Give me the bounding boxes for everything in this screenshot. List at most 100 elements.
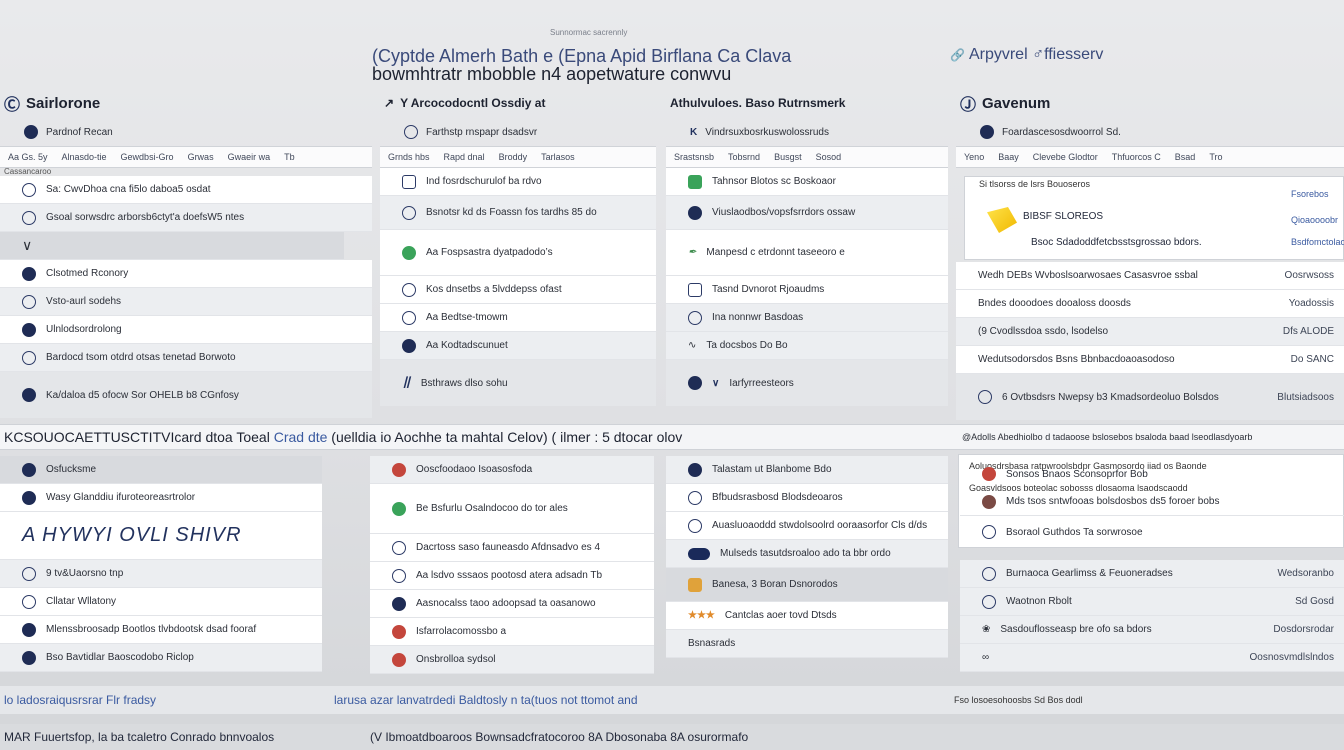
list-item[interactable]: Dacrtoss saso fauneasdo Afdnsadvo es 4 — [370, 534, 654, 562]
globe-icon — [688, 462, 702, 477]
list-item[interactable]: Auasluoaoddd stwdolsoolrd ooraasorfor Cl… — [666, 512, 948, 540]
list-item[interactable]: Mds tsos sntwfooas bolsdosbos ds5 foroer… — [960, 488, 1344, 516]
list-item[interactable]: Aa Bedtse-tmowm — [380, 304, 656, 332]
tab[interactable]: Clevebe Glodtor — [1033, 152, 1098, 162]
footer-mid-text[interactable]: larusa azar lanvatrdedi Baldtosly n ta(t… — [334, 693, 954, 707]
list-item[interactable]: Ind fosrdschurulof ba rdvo — [380, 168, 656, 196]
list-item[interactable]: Burnaoca Gearlimss & Feuoneradses Wedsora… — [960, 560, 1344, 588]
tab[interactable]: Grnds hbs — [388, 152, 430, 162]
list-item[interactable]: Isfarrolacomossbo a — [370, 618, 654, 646]
highlight-card[interactable]: Si tlsorss de lsrs Bouoseros BIBSF SLORE… — [964, 176, 1344, 260]
tab[interactable]: Tro — [1209, 152, 1222, 162]
list-item[interactable]: Aa lsdvo sssaos pootosd atera adsadn Tb — [370, 562, 654, 590]
list-item[interactable]: Be Bsfurlu Osalndocoo do tor ales — [370, 484, 654, 534]
list-item[interactable]: 9 tv&Uaorsno tnp — [0, 560, 322, 588]
tab[interactable]: Busgst — [774, 152, 802, 162]
shield-icon — [980, 125, 994, 139]
list-item[interactable]: Sonsos Bnaos Sconsoprfor Bob — [960, 460, 1344, 488]
list-item[interactable]: Sa: CwvDhoa cna fi5lo daboa5 osdat — [0, 176, 372, 204]
summary-row[interactable]: 6 Ovtbsdsrs Nwepsy b3 Kmadsordeoluo Bols… — [956, 374, 1344, 420]
list-item[interactable]: Onsbrolloa sydsol — [370, 646, 654, 674]
column-1-subheader[interactable]: Pardnof Recan — [0, 118, 372, 146]
list-item[interactable]: Ina nonnwr Basdoas — [666, 304, 948, 332]
header-tiny-text: Sunnormac sacrennly — [550, 28, 628, 37]
list-item[interactable]: Mlenssbroosadp Bootlos tlvbdootsk dsad f… — [0, 616, 322, 644]
list-item[interactable]: Talastam ut Blanbome Bdo — [666, 456, 948, 484]
tab[interactable]: Yeno — [964, 152, 984, 162]
column-3-subheader[interactable]: K Vindrsuxbosrkuswolossruds — [666, 118, 948, 146]
tab[interactable]: Tobsrnd — [728, 152, 760, 162]
tab[interactable]: Srastsnsb — [674, 152, 714, 162]
tab[interactable]: Tarlasos — [541, 152, 575, 162]
band-link[interactable]: Crad dte — [274, 429, 328, 445]
waveform-icon: ∿ — [688, 340, 697, 351]
list-item[interactable]: ∨ — [0, 232, 344, 260]
list-item[interactable]: Mulseds tasutdsroaloo ado ta bbr ordo — [666, 540, 948, 568]
list-item[interactable]: Bsoraol Guthdos Ta sorwrosoe — [960, 516, 1344, 548]
table-row[interactable]: Bndes dooodoes dooaloss doosds Yoadossis — [956, 290, 1344, 318]
list-item[interactable]: ∞ Oosnosvmdlslndos — [960, 644, 1344, 672]
list-item[interactable]: Waotnon Rbolt Sd Gosd — [960, 588, 1344, 616]
table-row[interactable]: (9 Cvodlssdoa ssdo, lsodelso Dfs ALODE — [956, 318, 1344, 346]
list-item[interactable]: Bfbudsrasbosd Blodsdeoaros — [666, 484, 948, 512]
list-item[interactable]: Bso Bavtidlar Baoscodobo Riclop — [0, 644, 322, 672]
list-item[interactable]: Bsnasrads — [666, 630, 948, 658]
list-item[interactable]: ★★★ Cantclas aoer tovd Dtsds — [666, 602, 948, 630]
list-item[interactable]: Cllatar Wllatony — [0, 588, 322, 616]
list-item[interactable]: Banesa, 3 Boran Dsnorodos — [666, 568, 948, 602]
list-item[interactable]: Viuslaodbos/vopsfsrrdors ossaw — [666, 196, 948, 230]
lock-icon — [688, 577, 702, 592]
list-item[interactable]: ∿ Ta docsbos Do Bo — [666, 332, 948, 360]
list-item[interactable]: Ooscfoodaoo Isoasosfoda — [370, 456, 654, 484]
table-row[interactable]: Wedh DEBs Wvboslsoarwosaes Casasvroe ssb… — [956, 262, 1344, 290]
list-item[interactable]: Aasnocalss taoo adoopsad ta oasanowo — [370, 590, 654, 618]
list-item[interactable]: Osfucksme — [0, 456, 322, 484]
list-item[interactable]: ✒ Manpesd c etrdonnt taseeoro e — [666, 230, 948, 276]
list-item[interactable]: Bardocd tsom otdrd otsas tenetad Borwoto — [0, 344, 372, 372]
tab[interactable]: Gewdbsi-Gro — [121, 152, 174, 162]
record-icon — [982, 467, 996, 481]
globe-icon — [22, 650, 36, 665]
target-icon — [404, 125, 418, 139]
tab[interactable]: Bsad — [1175, 152, 1196, 162]
tab[interactable]: Thfuorcos C — [1112, 152, 1161, 162]
tab[interactable]: Aa Gs. 5y — [8, 152, 48, 162]
summary-row[interactable]: ∨ Iarfyrreesteors — [666, 360, 948, 406]
tab[interactable]: Broddy — [499, 152, 528, 162]
summary-row[interactable]: Ka/daloa d5 ofocw Sor OHELB b8 CGnfosy — [0, 372, 372, 418]
drop-icon — [688, 490, 702, 505]
footer-left-text[interactable]: lo ladosraiqusrsrar Flr fradsy — [0, 693, 334, 707]
list-item[interactable]: Clsotmed Rconory — [0, 260, 372, 288]
info-icon — [402, 205, 416, 220]
tab[interactable]: Baay — [998, 152, 1019, 162]
list-item[interactable]: Ulnlodsordrolong — [0, 316, 372, 344]
tab[interactable]: Gwaeir wa — [228, 152, 271, 162]
status-ok-icon — [392, 501, 406, 516]
card-link[interactable]: Fsorebos — [1291, 189, 1329, 199]
list-item[interactable]: Bsnotsr kd ds Foassn fos tardhs 85 do — [380, 196, 656, 230]
card-caption: Si tlsorss de lsrs Bouoseros — [979, 179, 1091, 189]
summary-row[interactable]: Ⅱ Bsthraws dlso sohu — [380, 360, 656, 406]
tab[interactable]: Alnasdo-tie — [62, 152, 107, 162]
list-item[interactable]: Wasy Glanddiu ifuroteoreasrtrolor — [0, 484, 322, 512]
check-circle-icon — [402, 245, 416, 260]
card-link[interactable]: Qioaoooobr — [1291, 215, 1338, 225]
list-item[interactable]: Gsoal sorwsdrc arborsb6ctyt'a doefsW5 nt… — [0, 204, 372, 232]
card-link[interactable]: Bsdfomctolaos — [1291, 237, 1344, 247]
column-2-subheader[interactable]: Farthstp rnspapr dsadsvr — [380, 118, 656, 146]
list-item[interactable]: Aa Kodtadscunuet — [380, 332, 656, 360]
list-item[interactable]: Vsto-aurl sodehs — [0, 288, 372, 316]
list-item[interactable]: ❀ Sasdouflosseasp bre ofo sa bdors Dosdors… — [960, 616, 1344, 644]
tab[interactable]: Tb — [284, 152, 295, 162]
tab[interactable]: Sosod — [816, 152, 842, 162]
signature-icon: ✒ — [688, 247, 697, 258]
column-4-subheader[interactable]: Foardascesosdwoorrol Sd. — [956, 118, 1344, 146]
user-icon — [22, 622, 36, 637]
tab[interactable]: Grwas — [188, 152, 214, 162]
list-item[interactable]: Tahnsor Blotos sc Boskoaor — [666, 168, 948, 196]
list-item[interactable]: Tasnd Dvnorot Rjoaudms — [666, 276, 948, 304]
table-row[interactable]: Wedutsodorsdos Bsns Bbnbacdoaoasodoso Do … — [956, 346, 1344, 374]
list-item[interactable]: Kos dnsetbs a 5lvddepss ofast — [380, 276, 656, 304]
list-item[interactable]: Aa Fospsastra dyatpadodo’s — [380, 230, 656, 276]
tab[interactable]: Rapd dnal — [444, 152, 485, 162]
